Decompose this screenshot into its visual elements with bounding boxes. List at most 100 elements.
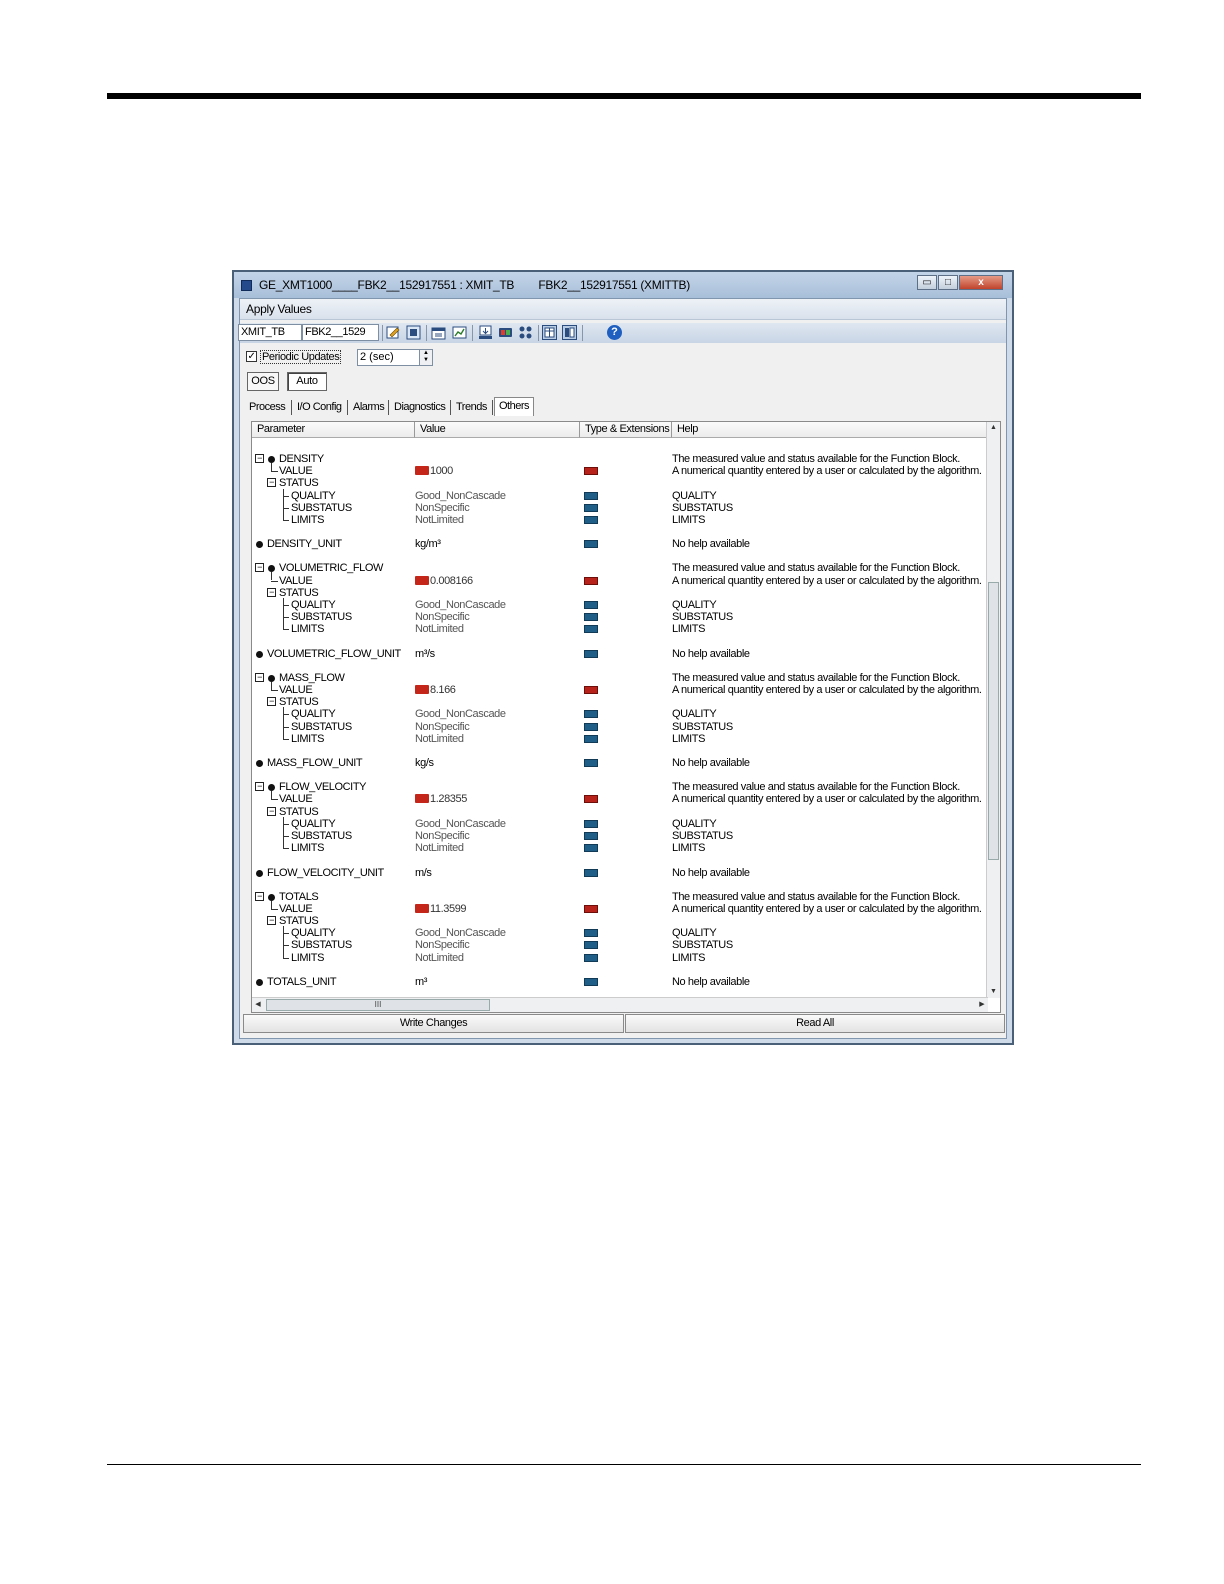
readonly-value-icon[interactable] [584,601,598,609]
readonly-value-icon[interactable] [584,929,598,938]
parameter-row-unit[interactable]: DENSITY_UNIT kg/m³ No help available [252,538,988,550]
maximize-button[interactable]: □ [938,275,958,290]
collapse-toggle-icon[interactable]: − [267,478,276,488]
readonly-value-icon[interactable] [584,710,598,719]
vertical-scrollbar[interactable]: ▲ ▼ [986,422,1000,998]
tab-trends[interactable]: Trends [456,401,487,413]
parameter-row-substatus[interactable]: SUBSTATUS NonSpecific SUBSTATUS [252,611,988,623]
parameter-row-quality[interactable]: QUALITY Good_NonCascade QUALITY [252,599,988,611]
readonly-value-icon[interactable] [584,613,598,622]
interval-spinner[interactable]: ▲ ▼ [419,350,432,365]
readonly-value-icon[interactable] [584,819,598,828]
parameter-row-flow_velocity[interactable]: − FLOW_VELOCITY The measured value and sta… [252,781,988,793]
periodic-updates-checkbox[interactable]: ✓ [246,351,257,362]
column-header-value[interactable]: Value [415,422,580,438]
parameter-row-limits[interactable]: LIMITS NotLimited LIMITS [252,952,988,964]
collapse-toggle-icon[interactable]: − [267,697,276,707]
split-view-icon[interactable] [562,325,577,340]
collapse-toggle-icon[interactable]: − [255,782,264,792]
parameter-row-limits[interactable]: LIMITS NotLimited LIMITS [252,623,988,635]
periodic-updates-label[interactable]: Periodic Updates [260,350,342,364]
readonly-value-icon[interactable] [584,734,598,743]
readonly-value-icon[interactable] [584,868,598,877]
parameter-row-value[interactable]: VALUE 1000 A numerical quantity entered by… [252,465,988,477]
tab-diagnostics[interactable]: Diagnostics [394,401,446,413]
readonly-value-icon[interactable] [584,953,598,962]
parameter-row-limits[interactable]: LIMITS NotLimited LIMITS [252,842,988,854]
writable-value-icon[interactable] [584,795,598,804]
block-tag-field[interactable]: XMIT_TB [238,324,302,341]
parameter-row-value[interactable]: VALUE 1.28355 A numerical quantity entered… [252,793,988,805]
parameter-row-unit[interactable]: VOLUMETRIC_FLOW_UNIT m³/s No help availabl… [252,648,988,660]
horizontal-scrollbar[interactable]: ◀ III ▶ [252,997,988,1012]
collapse-toggle-icon[interactable]: − [255,891,264,901]
parameter-row-status[interactable]: − STATUS [252,696,988,708]
collapse-toggle-icon[interactable]: − [267,806,276,816]
parameter-row-quality[interactable]: QUALITY Good_NonCascade QUALITY [252,708,988,720]
horizontal-scroll-thumb[interactable]: III [266,999,490,1011]
readonly-value-icon[interactable] [584,941,598,950]
parameter-row-density[interactable]: − DENSITY The measured value and status av… [252,453,988,465]
parameter-row-value[interactable]: VALUE 11.3599 A numerical quantity entered… [252,903,988,915]
read-all-button[interactable]: Read All [625,1014,1005,1033]
vertical-scroll-thumb[interactable] [988,582,999,860]
collapse-toggle-icon[interactable]: − [267,916,276,925]
oos-mode-button[interactable]: OOS [247,372,279,391]
scroll-up-arrow[interactable]: ▲ [987,422,1000,434]
parameter-value[interactable]: 0.008166 [430,575,473,587]
chart-icon[interactable] [452,325,467,340]
writable-value-icon[interactable] [584,904,598,913]
readonly-value-icon[interactable] [584,491,598,500]
readonly-value-icon[interactable] [584,625,598,634]
write-changes-button[interactable]: Write Changes [243,1014,624,1033]
readonly-value-icon[interactable] [584,722,598,731]
parameter-row-unit[interactable]: MASS_FLOW_UNIT kg/s No help available [252,757,988,769]
parameter-row-unit[interactable]: TOTALS_UNIT m³ No help available [252,976,988,988]
parameter-row-volumetric_flow[interactable]: − VOLUMETRIC_FLOW The measured value and s… [252,562,988,574]
parameter-value[interactable]: 1.28355 [430,793,467,805]
scroll-left-arrow[interactable]: ◀ [252,998,264,1012]
scroll-right-arrow[interactable]: ▶ [976,998,988,1012]
parameter-row-quality[interactable]: QUALITY Good_NonCascade QUALITY [252,818,988,830]
parameter-value[interactable]: 11.3599 [430,903,467,915]
edit-icon[interactable] [386,325,401,340]
parameter-row-status[interactable]: − STATUS [252,915,988,927]
auto-mode-button[interactable]: Auto [287,372,327,391]
close-button[interactable]: x [959,275,1003,290]
download-icon[interactable] [478,325,493,340]
collapse-toggle-icon[interactable]: − [255,454,264,463]
parameter-row-mass_flow[interactable]: − MASS_FLOW The measured value and status … [252,672,988,684]
update-interval-input[interactable]: 2 (sec) ▲ ▼ [357,349,433,366]
parameter-value[interactable]: 1000 [430,465,453,477]
collapse-toggle-icon[interactable]: − [267,587,276,597]
compare-icon[interactable] [406,325,421,340]
column-header-help[interactable]: Help [672,422,988,438]
calendar-icon[interactable] [431,325,446,340]
readonly-value-icon[interactable] [584,649,598,658]
tab-alarms[interactable]: Alarms [353,401,385,413]
parameter-row-limits[interactable]: LIMITS NotLimited LIMITS [252,733,988,745]
parameter-row-status[interactable]: − STATUS [252,587,988,599]
parameter-row-status[interactable]: − STATUS [252,477,988,489]
readonly-value-icon[interactable] [584,832,598,840]
minimize-button[interactable]: ▭ [917,275,937,290]
column-header-type[interactable]: Type & Extensions [580,422,672,438]
parameter-row-totals[interactable]: − TOTALS The measured value and status ava… [252,891,988,903]
parameter-row-limits[interactable]: LIMITS NotLimited LIMITS [252,514,988,526]
parameter-row-substatus[interactable]: SUBSTATUS NonSpecific SUBSTATUS [252,502,988,514]
device-icon[interactable] [498,325,513,340]
parameter-row-quality[interactable]: QUALITY Good_NonCascade QUALITY [252,490,988,502]
readonly-value-icon[interactable] [584,978,598,986]
table-view-icon[interactable] [542,325,557,340]
tab-io-config[interactable]: I/O Config [297,401,342,413]
parameter-row-substatus[interactable]: SUBSTATUS NonSpecific SUBSTATUS [252,939,988,951]
writable-value-icon[interactable] [584,576,598,585]
readonly-value-icon[interactable] [584,516,598,524]
readonly-value-icon[interactable] [584,759,598,768]
readonly-value-icon[interactable] [584,540,598,549]
scroll-down-arrow[interactable]: ▼ [987,986,1000,998]
tab-others[interactable]: Others [494,397,535,416]
tab-process[interactable]: Process [249,401,286,413]
network-icon[interactable] [518,325,533,340]
parameter-row-unit[interactable]: FLOW_VELOCITY_UNIT m/s No help available [252,867,988,879]
